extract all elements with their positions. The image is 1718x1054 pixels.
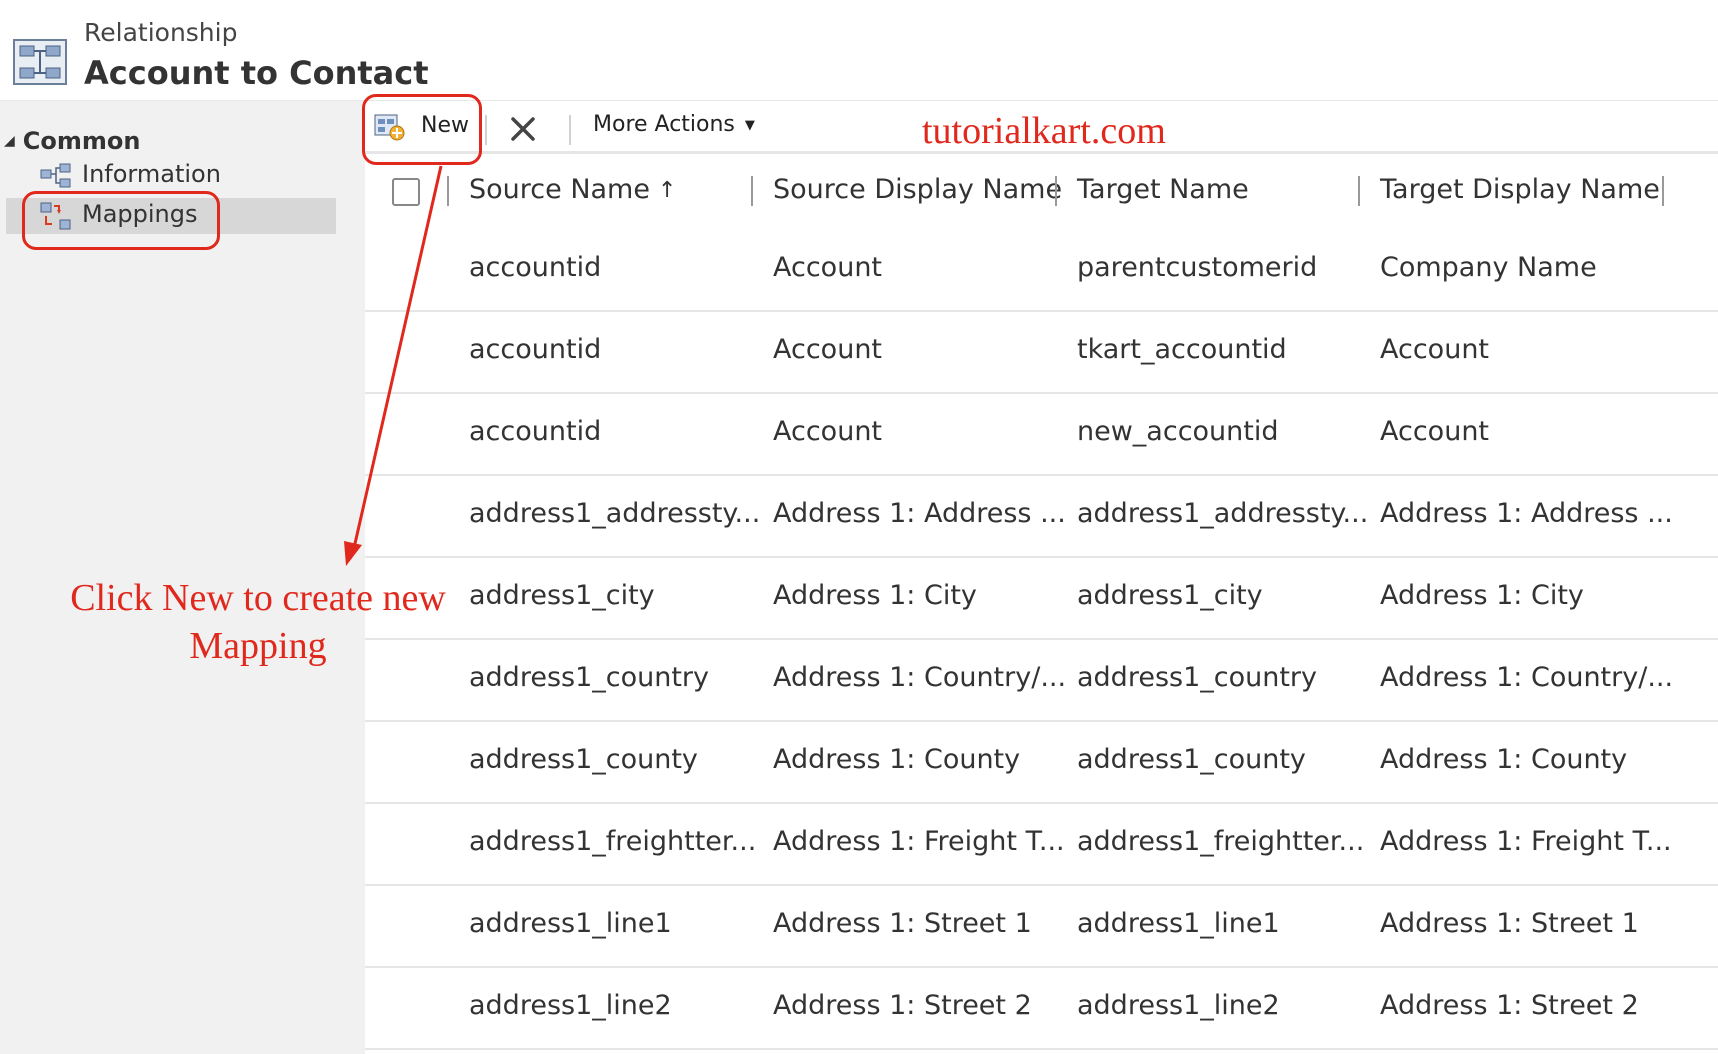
toolbar-separator — [485, 115, 487, 145]
relationship-entity-icon — [13, 39, 67, 85]
table-row[interactable]: accountid Account parentcustomerid Company … — [365, 230, 1718, 312]
sidebar-item-label: Information — [82, 160, 221, 188]
table-row[interactable]: accountid Account tkart_accountid Account — [365, 312, 1718, 394]
column-separator[interactable] — [447, 176, 449, 206]
column-separator[interactable] — [1662, 176, 1664, 206]
column-header-target-name[interactable]: Target Name — [1077, 174, 1249, 205]
nav-group-label: Common — [22, 127, 141, 155]
table-row[interactable]: address1_county Address 1: County address1… — [365, 722, 1718, 804]
table-cell: address1_line2 — [469, 990, 672, 1021]
column-header-target-display-name[interactable]: Target Display Name — [1380, 174, 1660, 205]
table-cell: Address 1: Street 2 — [1380, 990, 1639, 1021]
column-separator[interactable] — [1358, 176, 1360, 206]
information-icon — [40, 163, 71, 188]
table-cell: address1_freightter... — [469, 826, 757, 857]
toolbar-separator — [569, 115, 571, 145]
table-cell: address1_freightter... — [1077, 826, 1365, 857]
column-header-source-display-name[interactable]: Source Display Name — [773, 174, 1062, 205]
table-row[interactable]: address1_country Address 1: Country/... ad… — [365, 640, 1718, 722]
new-button-label: New — [421, 113, 469, 138]
table-cell: accountid — [469, 334, 602, 365]
sidebar-item-information[interactable]: Information — [6, 158, 336, 194]
table-cell: Address 1: Freight T... — [773, 826, 1065, 857]
table-cell: address1_country — [469, 662, 710, 693]
mappings-grid: Source Name ↑ Source Display Name Target … — [365, 154, 1718, 1054]
table-cell: address1_county — [469, 744, 698, 775]
table-row[interactable]: address1_city Address 1: City address1_cit… — [365, 558, 1718, 640]
sidebar-item-label: Mappings — [82, 200, 198, 228]
table-cell: Address 1: Address ... — [773, 498, 1066, 529]
collapse-triangle-icon[interactable]: ◢ — [4, 133, 15, 149]
table-row[interactable]: address1_addressty... Address 1: Address … — [365, 476, 1718, 558]
table-cell: tkart_accountid — [1077, 334, 1287, 365]
mappings-icon — [40, 202, 71, 230]
page-title: Account to Contact — [84, 54, 429, 92]
table-row[interactable]: address1_freightter... Address 1: Freight… — [365, 804, 1718, 886]
table-cell: accountid — [469, 416, 602, 447]
form-header: Relationship Account to Contact — [0, 0, 1718, 101]
delete-icon[interactable] — [505, 111, 541, 147]
table-cell: Address 1: County — [1380, 744, 1628, 775]
table-cell: Address 1: Address ... — [1380, 498, 1673, 529]
entity-type-label: Relationship — [84, 18, 238, 47]
new-record-icon — [374, 114, 405, 141]
table-cell: Account — [773, 416, 883, 447]
table-cell: Address 1: City — [1380, 580, 1584, 611]
select-all-checkbox[interactable] — [392, 178, 420, 206]
table-cell: Address 1: Street 1 — [773, 908, 1032, 939]
table-cell: address1_city — [1077, 580, 1263, 611]
table-cell: Account — [1380, 416, 1490, 447]
table-cell: address1_county — [1077, 744, 1306, 775]
column-header-source-name[interactable]: Source Name ↑ — [469, 174, 676, 205]
table-cell: Address 1: Freight T... — [1380, 826, 1672, 857]
more-actions-dropdown[interactable]: More Actions ▼ — [593, 112, 755, 137]
watermark-text: tutorialkart.com — [922, 110, 1166, 152]
table-cell: Company Name — [1380, 252, 1597, 283]
table-cell: parentcustomerid — [1077, 252, 1318, 283]
table-cell: address1_addressty... — [1077, 498, 1369, 529]
table-cell: address1_line1 — [469, 908, 672, 939]
table-row[interactable]: accountid Account new_accountid Account — [365, 394, 1718, 476]
nav-group-common[interactable]: ◢ Common — [4, 127, 140, 155]
column-separator[interactable] — [1055, 176, 1057, 206]
table-cell: Address 1: City — [773, 580, 977, 611]
sidebar-item-mappings[interactable]: Mappings — [6, 198, 336, 234]
sort-ascending-icon: ↑ — [657, 178, 677, 203]
more-actions-label: More Actions — [593, 112, 735, 137]
table-cell: Address 1: Country/... — [773, 662, 1067, 693]
grid-header-row: Source Name ↑ Source Display Name Target … — [365, 154, 1718, 232]
annotation-line-2: Mapping — [189, 625, 327, 667]
table-cell: address1_line2 — [1077, 990, 1280, 1021]
table-cell: address1_city — [469, 580, 655, 611]
table-cell: Account — [773, 252, 883, 283]
annotation-line-1: Click New to create new — [70, 577, 446, 619]
command-bar: New More Actions ▼ tutorialkart.com — [365, 101, 1718, 154]
table-cell: Address 1: Street 2 — [773, 990, 1032, 1021]
table-cell: address1_addressty... — [469, 498, 761, 529]
table-cell: new_accountid — [1077, 416, 1279, 447]
table-cell: address1_line1 — [1077, 908, 1280, 939]
table-row[interactable]: address1_line1 Address 1: Street 1 address… — [365, 886, 1718, 968]
chevron-down-icon: ▼ — [744, 118, 755, 133]
table-cell: Address 1: Street 1 — [1380, 908, 1639, 939]
annotation-callout: Click New to create new Mapping — [48, 574, 468, 670]
column-separator[interactable] — [751, 176, 753, 206]
table-cell: address1_country — [1077, 662, 1318, 693]
table-cell: Account — [773, 334, 883, 365]
table-cell: Address 1: County — [773, 744, 1021, 775]
table-cell: Address 1: Country/... — [1380, 662, 1674, 693]
table-cell: accountid — [469, 252, 602, 283]
table-cell: Account — [1380, 334, 1490, 365]
table-row[interactable]: address1_line2 Address 1: Street 2 address… — [365, 968, 1718, 1050]
